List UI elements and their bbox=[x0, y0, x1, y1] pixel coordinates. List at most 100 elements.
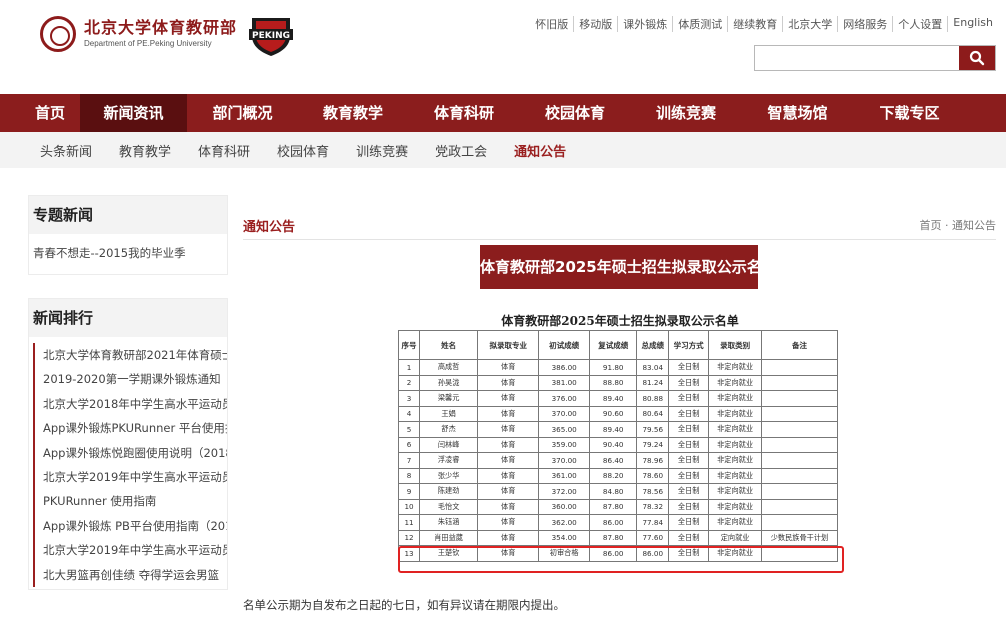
breadcrumb-current[interactable]: 通知公告 bbox=[952, 219, 996, 232]
table-row: 10 毛怡文 体育 360.00 87.80 78.32 全日制 非定向就业 bbox=[397, 498, 839, 515]
table-cell: 88.80 bbox=[588, 374, 638, 391]
ranking-item[interactable]: 北京大学体育教研部2021年体育硕士 bbox=[33, 343, 227, 368]
table-row: 9 陈建劲 体育 372.00 84.80 78.56 全日制 非定向就业 bbox=[397, 483, 839, 500]
subnav-item-3[interactable]: 校园体育 bbox=[277, 141, 329, 160]
table-cell: 非定向就业 bbox=[708, 359, 762, 376]
subnav-item-0[interactable]: 头条新闻 bbox=[40, 141, 92, 160]
table-cell: 体育 bbox=[477, 483, 540, 500]
nav-item-7[interactable]: 智慧场馆 bbox=[742, 94, 853, 132]
table-title: 体育教研部2025年硕士招生拟录取公示名单 bbox=[501, 314, 739, 328]
table-cell: 91.80 bbox=[588, 359, 638, 376]
table-cell: 体育 bbox=[477, 514, 540, 531]
table-cell: 78.56 bbox=[636, 483, 670, 500]
table-cell: 全日制 bbox=[668, 529, 710, 546]
column-header: 序号 bbox=[397, 330, 421, 360]
table-cell: 体育 bbox=[477, 498, 540, 515]
ranking-item[interactable]: 2019-2020第一学期课外锻炼通知 bbox=[33, 367, 227, 392]
top-link-8[interactable]: English bbox=[947, 16, 998, 32]
table-cell: 90.40 bbox=[588, 436, 638, 453]
nav-item-3[interactable]: 教育教学 bbox=[298, 94, 408, 132]
table-cell: 78.32 bbox=[636, 498, 670, 515]
ranking-item[interactable]: 北京大学2019年中学生高水平运动员 bbox=[33, 464, 227, 490]
pe-king-badge-icon: PEKING bbox=[249, 18, 293, 56]
table-cell: 78.60 bbox=[636, 467, 670, 484]
subnav-item-2[interactable]: 体育科研 bbox=[198, 141, 250, 160]
nav-item-1[interactable]: 新闻资讯 bbox=[80, 94, 187, 132]
table-cell: 肖田益葳 bbox=[419, 529, 479, 546]
table-cell: 12 bbox=[397, 529, 421, 546]
ranking-item[interactable]: App课外锻炼PKURunner 平台使用指 bbox=[33, 416, 227, 441]
nav-item-0[interactable]: 首页 bbox=[20, 94, 80, 132]
table-cell bbox=[760, 359, 839, 376]
breadcrumb-separator: · bbox=[941, 219, 952, 232]
ranking-item[interactable]: App课外锻炼悦跑圈使用说明（2018 bbox=[33, 440, 227, 465]
table-cell: 全日制 bbox=[668, 483, 710, 500]
top-link-5[interactable]: 北京大学 bbox=[782, 16, 837, 32]
special-news-title: 专题新闻 bbox=[33, 206, 94, 224]
table-cell: 386.00 bbox=[538, 359, 590, 376]
table-cell: 80.64 bbox=[636, 405, 670, 422]
top-link-4[interactable]: 继续教育 bbox=[727, 16, 782, 32]
table-cell: 非定向就业 bbox=[708, 452, 762, 469]
table-cell: 全日制 bbox=[668, 374, 710, 391]
search-button[interactable] bbox=[959, 46, 995, 70]
badge-text: PEKING bbox=[252, 31, 290, 41]
table-cell: 舒杰 bbox=[419, 421, 479, 438]
ranking-item[interactable]: 北大男篮再创佳绩 夺得学运会男篮 bbox=[33, 562, 227, 587]
table-cell: 4 bbox=[397, 405, 421, 422]
table-cell: 高成哲 bbox=[419, 359, 479, 376]
nav-item-5[interactable]: 校园体育 bbox=[520, 94, 630, 132]
table-cell: 5 bbox=[397, 421, 421, 438]
table-cell: 372.00 bbox=[538, 483, 590, 500]
top-link-6[interactable]: 网络服务 bbox=[837, 16, 892, 32]
top-link-7[interactable]: 个人设置 bbox=[892, 16, 947, 32]
ranking-item[interactable]: App课外锻炼 PB平台使用指南（2018 bbox=[33, 513, 227, 539]
top-link-1[interactable]: 移动版 bbox=[573, 16, 617, 32]
table-cell: 8 bbox=[397, 467, 421, 484]
column-header: 录取类别 bbox=[708, 330, 762, 360]
top-link-0[interactable]: 怀旧版 bbox=[530, 16, 573, 32]
top-links-bar: 怀旧版 移动版 课外锻炼 体质测试 继续教育 北京大学 网络服务 个人设置 English bbox=[530, 16, 998, 32]
top-link-3[interactable]: 体质测试 bbox=[672, 16, 727, 32]
table-cell: 全日制 bbox=[668, 359, 710, 376]
table-cell bbox=[760, 374, 839, 391]
table-cell: 闫林峰 bbox=[419, 436, 479, 453]
subnav-item-1[interactable]: 教育教学 bbox=[119, 141, 171, 160]
table-row: 2 孙昊泷 体育 381.00 88.80 81.24 全日制 非定向就业 bbox=[397, 374, 839, 391]
nav-item-4[interactable]: 体育科研 bbox=[408, 94, 520, 132]
table-cell bbox=[760, 483, 839, 500]
peking-university-seal-icon bbox=[40, 16, 76, 52]
table-cell: 90.60 bbox=[588, 405, 638, 422]
nav-item-6[interactable]: 训练竞赛 bbox=[630, 94, 742, 132]
nav-item-8[interactable]: 下载专区 bbox=[853, 94, 966, 132]
site-logo[interactable]: 北京大学体育教研部 Department of PE.Peking Univer… bbox=[40, 16, 237, 52]
notice-text: 名单公示期为自发布之日起的七日，如有异议请在期限内提出。 bbox=[243, 598, 565, 612]
table-cell: 浮凌睿 bbox=[419, 452, 479, 469]
column-header: 备注 bbox=[760, 330, 839, 360]
top-link-2[interactable]: 课外锻炼 bbox=[617, 16, 672, 32]
table-row: 11 朱钰涵 体育 362.00 86.00 77.84 全日制 非定向就业 bbox=[397, 514, 839, 531]
subnav-item-6[interactable]: 通知公告 bbox=[514, 141, 566, 160]
table-cell: 79.56 bbox=[636, 421, 670, 438]
news-ranking-box: 新闻排行 北京大学体育教研部2021年体育硕士 2019-2020第一学期课外锻炼… bbox=[28, 298, 228, 590]
ranking-item[interactable]: 北京大学2018年中学生高水平运动员 bbox=[33, 391, 227, 417]
table-cell: 非定向就业 bbox=[708, 498, 762, 515]
highlight-box bbox=[398, 546, 844, 573]
subnav-item-4[interactable]: 训练竞赛 bbox=[356, 141, 408, 160]
search-input[interactable] bbox=[755, 46, 959, 70]
table-cell: 非定向就业 bbox=[708, 467, 762, 484]
table-row: 1 高成哲 体育 386.00 91.80 83.04 全日制 非定向就业 bbox=[397, 359, 839, 376]
table-cell: 朱钰涵 bbox=[419, 514, 479, 531]
subnav-item-5[interactable]: 党政工会 bbox=[435, 141, 487, 160]
table-cell: 非定向就业 bbox=[708, 436, 762, 453]
breadcrumb-home[interactable]: 首页 bbox=[920, 219, 942, 232]
table-row: 4 王娟 体育 370.00 90.60 80.64 全日制 非定向就业 bbox=[397, 405, 839, 422]
column-header: 拟录取专业 bbox=[477, 330, 540, 360]
special-news-item[interactable]: 青春不想走--2015我的毕业季 bbox=[33, 246, 186, 260]
nav-item-2[interactable]: 部门概况 bbox=[187, 94, 298, 132]
table-cell: 359.00 bbox=[538, 436, 590, 453]
table-cell: 86.40 bbox=[588, 452, 638, 469]
ranking-item[interactable]: 北京大学2019年中学生高水平运动员 bbox=[33, 538, 227, 563]
table-cell bbox=[760, 498, 839, 515]
ranking-item[interactable]: PKURunner 使用指南 bbox=[33, 489, 227, 514]
